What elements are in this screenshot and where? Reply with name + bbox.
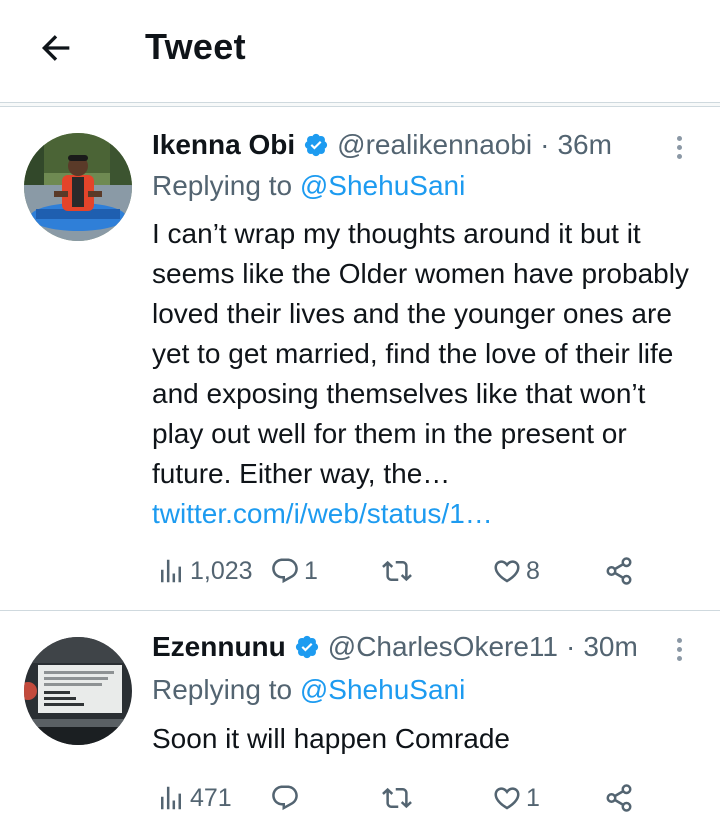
tweet-header: Ikenna Obi @realikennaobi · 36m	[152, 128, 612, 162]
views-count: 471	[190, 783, 232, 812]
retweet-icon	[382, 560, 412, 582]
avatar[interactable]	[24, 133, 132, 241]
more-dots-icon	[676, 135, 682, 141]
analytics-icon	[161, 559, 181, 583]
share-button[interactable]	[604, 778, 634, 818]
separator-dot: ·	[566, 631, 576, 662]
action-bar: 1,023 1 8	[152, 551, 652, 591]
user-handle[interactable]: @CharlesOkere11	[328, 631, 558, 663]
retweet-button[interactable]	[382, 778, 416, 818]
mention-link[interactable]: @ShehuSani	[300, 170, 465, 201]
views-button[interactable]: 1,023	[156, 551, 253, 591]
more-options-button[interactable]	[666, 130, 692, 164]
like-count: 8	[526, 556, 540, 585]
retweet-icon	[382, 787, 412, 809]
tweet-text: I can’t wrap my thoughts around it but i…	[152, 214, 704, 534]
reply-button[interactable]	[270, 778, 304, 818]
reply-icon	[272, 558, 298, 584]
page-title: Tweet	[145, 26, 246, 67]
views-button[interactable]: 471	[156, 778, 232, 818]
views-count: 1,023	[190, 556, 253, 585]
avatar-photo	[24, 637, 132, 745]
reply-icon	[272, 785, 298, 811]
tweet-text: Soon it will happen Comrade	[152, 719, 704, 759]
header-divider	[0, 102, 720, 107]
share-button[interactable]	[604, 551, 634, 591]
timestamp[interactable]: 30m	[583, 631, 637, 663]
reply-button[interactable]: 1	[270, 551, 318, 591]
separator-dot: ·	[540, 129, 550, 160]
like-count: 1	[526, 783, 540, 812]
tweet-header: Ezennunu @CharlesOkere11 · 30m	[152, 630, 638, 664]
replying-to: Replying to @ShehuSani	[152, 170, 465, 202]
analytics-icon	[161, 786, 181, 810]
share-icon	[606, 557, 632, 585]
truncated-status-link[interactable]: twitter.com/i/web/status/1…	[152, 498, 493, 529]
reply-count: 1	[304, 556, 318, 585]
heart-icon	[494, 560, 520, 583]
reply-tweet[interactable]: Ezennunu @CharlesOkere11 · 30m Replying …	[0, 612, 720, 825]
replying-to: Replying to @ShehuSani	[152, 674, 465, 706]
avatar[interactable]	[24, 637, 132, 745]
reply-tweet[interactable]: Ikenna Obi @realikennaobi · 36m Replying…	[0, 108, 720, 611]
tweet-body: Soon it will happen Comrade	[152, 723, 510, 754]
more-options-button[interactable]	[666, 632, 692, 666]
user-handle[interactable]: @realikennaobi	[337, 129, 532, 161]
replying-to-label: Replying to	[152, 170, 293, 201]
mention-link[interactable]: @ShehuSani	[300, 674, 465, 705]
like-button[interactable]: 1	[492, 778, 540, 818]
retweet-button[interactable]	[382, 551, 416, 591]
heart-icon	[494, 787, 520, 810]
more-dots-icon	[676, 637, 682, 643]
action-bar: 471 1	[152, 778, 652, 818]
arrow-left-icon	[41, 35, 70, 61]
like-button[interactable]: 8	[492, 551, 540, 591]
timestamp[interactable]: 36m	[557, 129, 611, 161]
replying-to-label: Replying to	[152, 674, 293, 705]
avatar-photo	[24, 133, 132, 241]
display-name[interactable]: Ikenna Obi	[152, 129, 295, 161]
back-button[interactable]	[34, 28, 78, 68]
share-icon	[606, 784, 632, 812]
display-name[interactable]: Ezennunu	[152, 631, 286, 663]
tweet-body: I can’t wrap my thoughts around it but i…	[152, 218, 689, 489]
verified-badge-icon	[305, 133, 328, 157]
top-bar: Tweet	[0, 0, 720, 100]
verified-badge-icon	[295, 635, 318, 659]
